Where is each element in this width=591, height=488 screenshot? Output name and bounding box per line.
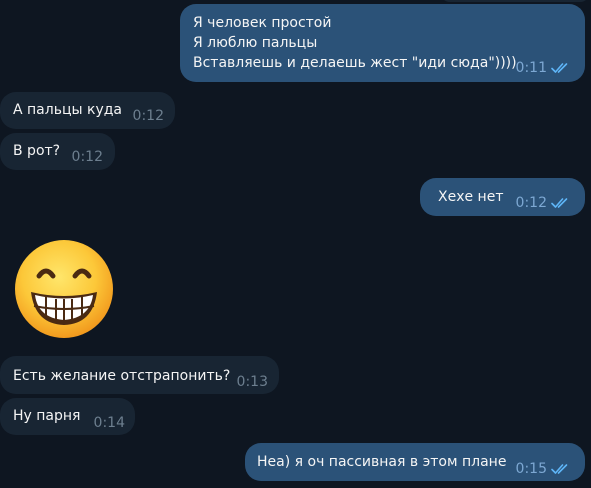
message-time: 0:13 <box>236 374 268 390</box>
message-time: 0:11 <box>515 60 547 76</box>
incoming-message[interactable]: В рот? 0:12 <box>0 133 115 170</box>
message-line: Вставляешь и делаешь жест "иди сюда")))) <box>193 55 517 71</box>
grinning-face-sticker[interactable] <box>13 238 115 340</box>
message-time: 0:15 <box>515 461 547 477</box>
message-time: 0:12 <box>71 149 103 165</box>
incoming-message[interactable]: Есть желание отстрапонить? 0:13 <box>0 356 279 394</box>
message-meta: 0:12 <box>516 195 571 211</box>
message-meta: 0:12 <box>133 108 164 124</box>
double-check-icon <box>551 463 571 475</box>
message-meta: 0:12 <box>72 149 103 165</box>
outgoing-message[interactable]: Хехе нет 0:12 <box>420 178 585 216</box>
previous-message-edge <box>440 0 590 2</box>
message-meta: 0:13 <box>237 374 268 390</box>
double-check-icon <box>551 62 571 74</box>
incoming-message[interactable]: Ну парня 0:14 <box>0 398 135 435</box>
double-check-icon <box>551 197 571 209</box>
message-time: 0:12 <box>132 108 164 124</box>
message-meta: 0:14 <box>94 415 125 431</box>
message-meta: 0:15 <box>516 461 571 477</box>
message-meta: 0:11 <box>516 60 571 76</box>
message-line: Я человек простой <box>193 15 332 31</box>
outgoing-message[interactable]: Неа) я оч пассивная в этом плане 0:15 <box>245 443 585 481</box>
message-time: 0:14 <box>93 415 125 431</box>
chat-message-list[interactable]: Я человек простой Я люблю пальцы Вставля… <box>0 0 591 488</box>
outgoing-message[interactable]: Я человек простой Я люблю пальцы Вставля… <box>180 4 585 82</box>
message-time: 0:12 <box>515 195 547 211</box>
grinning-face-icon <box>15 240 113 338</box>
message-line: Я люблю пальцы <box>193 35 318 51</box>
incoming-message[interactable]: А пальцы куда 0:12 <box>0 92 175 129</box>
